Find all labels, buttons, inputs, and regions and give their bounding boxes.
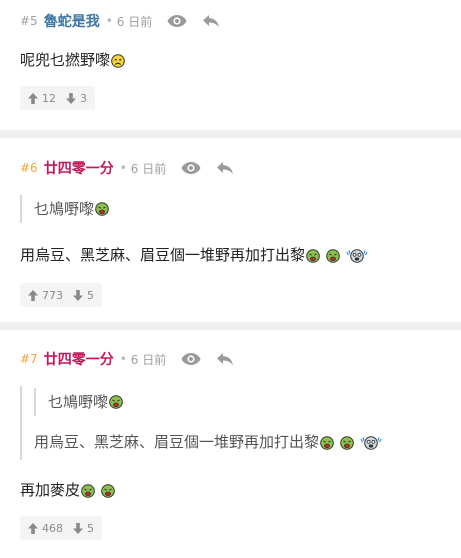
downvote-button[interactable]: 5 (73, 289, 94, 302)
sick-emoji-icon (320, 436, 334, 450)
post-text: 呢兜乜撚野嚟 (20, 51, 111, 69)
quote-block: 乜鳩嘢嚟 (20, 195, 451, 223)
nested-quote-block: 乜鳩嘢嚟 (34, 388, 451, 416)
username[interactable]: 廿四零一分 (44, 158, 114, 178)
downvote-button[interactable]: 3 (66, 92, 87, 105)
post-header: #5 魯蛇是我 • 6 日前 (20, 10, 451, 32)
reply-icon[interactable] (214, 348, 236, 370)
username[interactable]: 廿四零一分 (44, 349, 114, 369)
crying-emoji-icon (346, 249, 368, 263)
reply-icon[interactable] (200, 10, 222, 32)
reply-icon[interactable] (214, 157, 236, 179)
arrow-up-icon (28, 289, 38, 301)
post-text: 用烏豆、黑芝麻、眉豆個一堆野再加打出黎 (20, 246, 306, 264)
post-text: 再加麥皮 (20, 481, 81, 499)
post-number[interactable]: #5 (20, 14, 38, 28)
post-7: #7 廿四零一分 • 6 日前 乜鳩嘢嚟 用烏豆、黑芝麻、眉豆個一堆野再加打出黎… (0, 348, 461, 540)
sick-emoji-icon (109, 395, 123, 409)
post-time: 6 日前 (130, 161, 167, 176)
sick-emoji-icon (306, 249, 320, 263)
quote-block: 乜鳩嘢嚟 用烏豆、黑芝麻、眉豆個一堆野再加打出黎 (20, 386, 451, 460)
downvote-count: 3 (80, 91, 87, 105)
downvote-count: 5 (87, 288, 94, 302)
arrow-up-icon (28, 522, 38, 534)
eye-icon[interactable] (180, 348, 202, 370)
arrow-down-icon (66, 92, 76, 104)
sick-emoji-icon (81, 484, 95, 498)
vote-bar: 773 5 (20, 283, 102, 307)
post-content: 再加麥皮 (20, 480, 451, 500)
vote-bar: 12 3 (20, 86, 95, 110)
upvote-button[interactable]: 12 (28, 92, 56, 105)
separator-dot: • (105, 14, 113, 28)
username[interactable]: 魯蛇是我 (44, 11, 100, 31)
post-time: 6 日前 (130, 352, 167, 367)
crying-emoji-icon (360, 436, 382, 450)
post-time: 6 日前 (116, 14, 153, 29)
downvote-button[interactable]: 5 (73, 522, 94, 535)
arrow-down-icon (73, 289, 83, 301)
quote-text: 乜鳩嘢嚟 (34, 200, 95, 218)
vote-bar: 468 5 (20, 516, 102, 540)
sad-emoji-icon (111, 54, 125, 68)
separator-dot: • (119, 161, 127, 175)
sick-emoji-icon (100, 484, 115, 498)
post-header: #7 廿四零一分 • 6 日前 (20, 348, 451, 370)
post-number[interactable]: #6 (20, 161, 38, 175)
upvote-button[interactable]: 468 (28, 522, 63, 535)
upvote-count: 468 (42, 521, 63, 535)
upvote-count: 773 (42, 288, 63, 302)
post-divider (0, 130, 461, 138)
sick-emoji-icon (325, 249, 340, 263)
sick-emoji-icon (95, 202, 109, 216)
post-6: #6 廿四零一分 • 6 日前 乜鳩嘢嚟 用烏豆、黑芝麻、眉豆個一堆野再加打出黎… (0, 157, 461, 307)
post-content: 呢兜乜撚野嚟 (20, 50, 451, 70)
separator-dot: • (119, 352, 127, 366)
arrow-down-icon (73, 522, 83, 534)
quote-text-row: 用烏豆、黑芝麻、眉豆個一堆野再加打出黎 (34, 432, 451, 458)
upvote-count: 12 (42, 91, 56, 105)
sick-emoji-icon (339, 436, 354, 450)
post-number[interactable]: #7 (20, 352, 38, 366)
post-5: #5 魯蛇是我 • 6 日前 呢兜乜撚野嚟 12 3 (0, 10, 461, 110)
upvote-button[interactable]: 773 (28, 289, 63, 302)
post-header: #6 廿四零一分 • 6 日前 (20, 157, 451, 179)
post-divider (0, 322, 461, 330)
eye-icon[interactable] (166, 10, 188, 32)
post-content: 用烏豆、黑芝麻、眉豆個一堆野再加打出黎 (20, 245, 451, 265)
downvote-count: 5 (87, 521, 94, 535)
arrow-up-icon (28, 92, 38, 104)
eye-icon[interactable] (180, 157, 202, 179)
quote-text: 用烏豆、黑芝麻、眉豆個一堆野再加打出黎 (34, 433, 320, 451)
quote-text: 乜鳩嘢嚟 (48, 393, 109, 411)
